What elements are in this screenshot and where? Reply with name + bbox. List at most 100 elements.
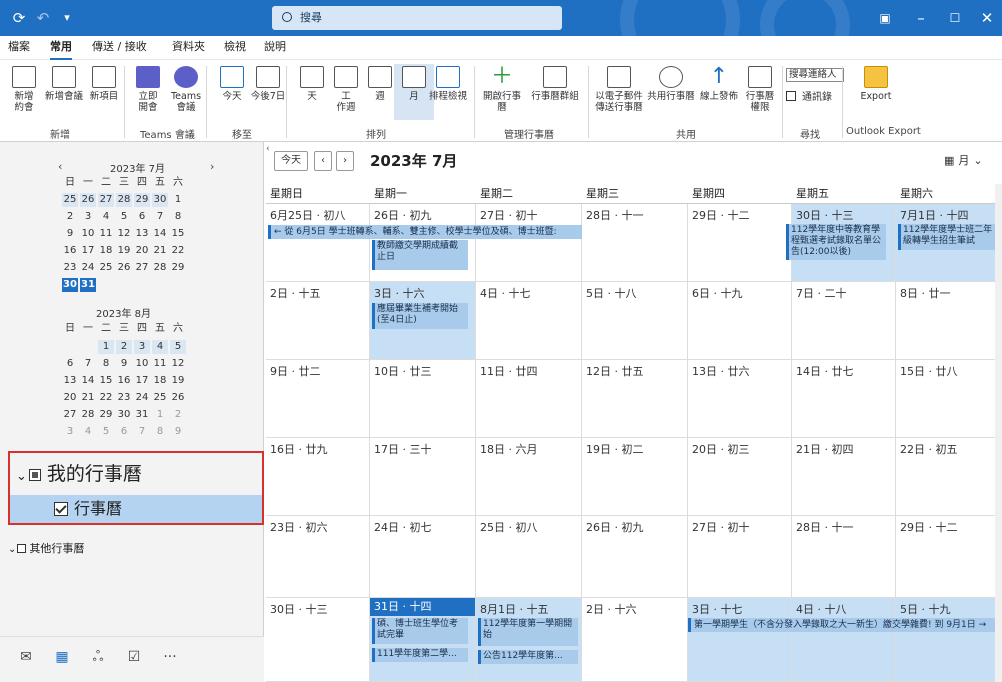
- mini-cal-day[interactable]: 24: [80, 261, 96, 275]
- mini-cal-day[interactable]: 5: [170, 340, 186, 354]
- day-cell[interactable]: 26日 · 初九: [582, 516, 688, 598]
- mini-cal-day[interactable]: 27: [134, 261, 150, 275]
- my-calendars-header[interactable]: ⌄ 我的行事曆: [10, 453, 262, 495]
- day-cell[interactable]: 5日 · 十八: [582, 282, 688, 360]
- mini-cal-day[interactable]: 6: [116, 425, 132, 439]
- mini-cal-day[interactable]: 12: [116, 227, 132, 241]
- mini-cal-day[interactable]: 20: [134, 244, 150, 258]
- tasks-icon[interactable]: ☑: [124, 647, 144, 667]
- calendar-permissions-button[interactable]: 行事曆 權限: [740, 64, 780, 120]
- day-cell[interactable]: 20日 · 初三: [688, 438, 792, 516]
- day-cell[interactable]: 10日 · 廿三: [370, 360, 476, 438]
- mini-cal-day[interactable]: 2: [170, 408, 186, 422]
- day-cell[interactable]: 11日 · 廿四: [476, 360, 582, 438]
- mini-cal-day[interactable]: 26: [80, 193, 96, 207]
- mini-cal-day[interactable]: 9: [170, 425, 186, 439]
- mini-cal-day[interactable]: 7: [80, 357, 96, 371]
- ribbon-display-icon[interactable]: ▣: [870, 0, 900, 36]
- day-cell[interactable]: 13日 · 廿六: [688, 360, 792, 438]
- mini-cal-day[interactable]: 6: [134, 210, 150, 224]
- mini-cal-day[interactable]: 6: [62, 357, 78, 371]
- mini-cal-day[interactable]: 4: [98, 210, 114, 224]
- menu-help[interactable]: 說明: [264, 36, 286, 60]
- mini-cal-day[interactable]: 30: [116, 408, 132, 422]
- today-button[interactable]: 今天: [212, 64, 252, 120]
- menu-view[interactable]: 檢視: [224, 36, 246, 60]
- next-month-button[interactable]: ›: [210, 160, 214, 173]
- day-cell[interactable]: 27日 · 初十: [688, 516, 792, 598]
- mini-cal-day[interactable]: 18: [152, 374, 168, 388]
- mini-cal-day[interactable]: 4: [80, 425, 96, 439]
- vertical-scrollbar[interactable]: [995, 184, 1002, 682]
- mini-cal-day[interactable]: 25: [152, 391, 168, 405]
- mini-cal-day[interactable]: 2: [116, 340, 132, 354]
- mini-cal-day[interactable]: 12: [170, 357, 186, 371]
- search-people-input[interactable]: 搜尋連絡人: [786, 68, 844, 82]
- schedule-view-button[interactable]: 排程檢視: [428, 64, 468, 120]
- mini-cal-day[interactable]: 19: [170, 374, 186, 388]
- mini-cal-day[interactable]: 19: [116, 244, 132, 258]
- multiday-event[interactable]: 第一學期學生（不含分發入學錄取之大一新生）繳交學雜費! 到 9月1日 →: [688, 618, 998, 632]
- other-calendars-header[interactable]: ⌄ 其他行事曆: [8, 540, 84, 556]
- mini-cal-day[interactable]: 3: [134, 340, 150, 354]
- day-cell[interactable]: 21日 · 初四: [792, 438, 896, 516]
- mini-cal-day[interactable]: 31: [80, 278, 96, 292]
- day-cell[interactable]: 12日 · 廿五: [582, 360, 688, 438]
- day-cell[interactable]: 2日 · 十五: [266, 282, 370, 360]
- mini-cal-day[interactable]: 26: [170, 391, 186, 405]
- mini-cal-day[interactable]: 10: [80, 227, 96, 241]
- minimize-icon[interactable]: –: [906, 0, 936, 36]
- mini-cal-day[interactable]: 13: [62, 374, 78, 388]
- new-meeting-button[interactable]: 新增會議: [44, 64, 84, 120]
- day-cell[interactable]: 9日 · 廿二: [266, 360, 370, 438]
- calendar-groups-button[interactable]: 行事曆群組: [530, 64, 580, 120]
- mini-cal-day[interactable]: 2: [62, 210, 78, 224]
- mini-cal-day[interactable]: 7: [134, 425, 150, 439]
- menu-home[interactable]: 常用: [50, 36, 72, 60]
- export-button[interactable]: Export: [854, 64, 898, 120]
- menu-send-receive[interactable]: 傳送 / 接收: [92, 36, 147, 60]
- day-cell[interactable]: 3日 · 十七: [688, 598, 792, 682]
- mini-cal-day[interactable]: 20: [62, 391, 78, 405]
- calendar-event[interactable]: 教師繳交學期成績截止日: [372, 240, 468, 270]
- sync-icon[interactable]: ⟳: [8, 0, 30, 36]
- mini-cal-day[interactable]: 27: [98, 193, 114, 207]
- day-cell[interactable]: 16日 · 廿九: [266, 438, 370, 516]
- day-cell[interactable]: 24日 · 初七: [370, 516, 476, 598]
- mini-cal-day[interactable]: 21: [80, 391, 96, 405]
- teams-meeting-button[interactable]: Teams 會議: [166, 64, 206, 120]
- day-cell[interactable]: 6日 · 十九: [688, 282, 792, 360]
- menu-folder[interactable]: 資料夾: [172, 36, 205, 60]
- mini-cal-day[interactable]: 29: [98, 408, 114, 422]
- mini-cal-day[interactable]: 4: [152, 340, 168, 354]
- mini-cal-day[interactable]: 8: [170, 210, 186, 224]
- today-nav-button[interactable]: 今天: [274, 151, 308, 171]
- view-selector[interactable]: ▦ 月 ⌄: [944, 152, 983, 168]
- mini-cal-day[interactable]: 24: [134, 391, 150, 405]
- address-book-button[interactable]: 通訊錄: [786, 88, 832, 103]
- mini-cal-day[interactable]: 25: [98, 261, 114, 275]
- day-cell[interactable]: 5日 · 十九: [896, 598, 1002, 682]
- undo-icon[interactable]: ↶: [32, 0, 54, 36]
- calendar-item[interactable]: 行事曆: [10, 495, 262, 523]
- day-cell[interactable]: 4日 · 十八: [792, 598, 896, 682]
- mini-cal-day[interactable]: 11: [152, 357, 168, 371]
- prev-month-button[interactable]: ‹: [58, 160, 62, 173]
- menu-file[interactable]: 檔案: [8, 36, 30, 60]
- mini-cal-day[interactable]: 8: [98, 357, 114, 371]
- mini-cal-day[interactable]: 9: [116, 357, 132, 371]
- day-cell[interactable]: 28日 · 十一: [792, 516, 896, 598]
- day-cell[interactable]: 7日 · 二十: [792, 282, 896, 360]
- calendar-checkbox[interactable]: [54, 502, 68, 516]
- mini-cal-day[interactable]: 29: [134, 193, 150, 207]
- mini-cal-day[interactable]: 5: [98, 425, 114, 439]
- more-apps-icon[interactable]: ···: [160, 647, 180, 667]
- customize-toolbar-icon[interactable]: ▾: [56, 0, 78, 36]
- mini-cal-day[interactable]: 14: [80, 374, 96, 388]
- day-cell[interactable]: 17日 · 三十: [370, 438, 476, 516]
- mini-cal-day[interactable]: 31: [134, 408, 150, 422]
- mini-cal-day[interactable]: 23: [116, 391, 132, 405]
- mini-cal-day[interactable]: 15: [170, 227, 186, 241]
- mini-cal-day[interactable]: 18: [98, 244, 114, 258]
- mini-cal-day[interactable]: 9: [62, 227, 78, 241]
